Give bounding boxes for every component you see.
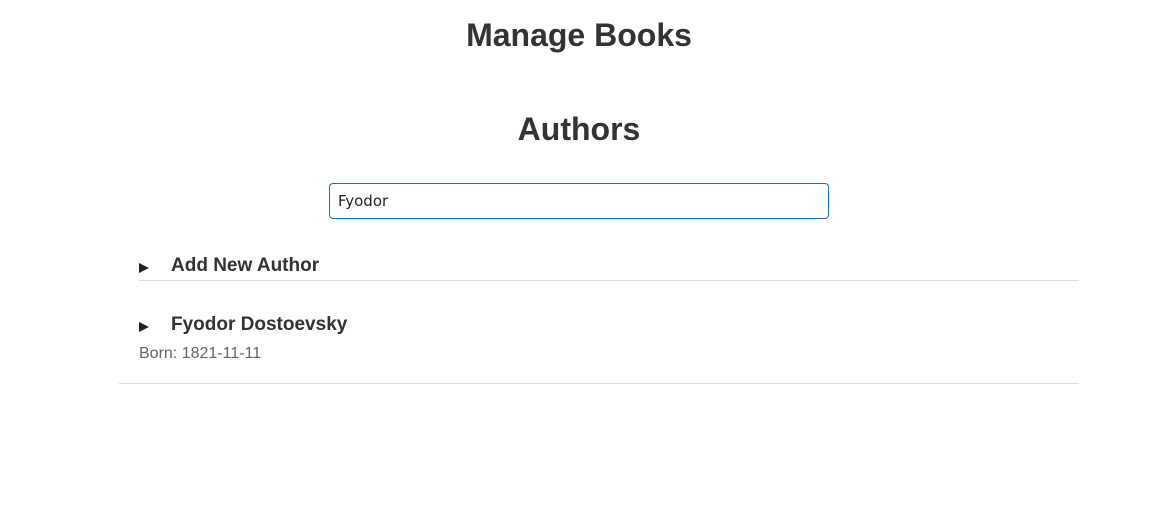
- authors-section-title: Authors: [517, 111, 641, 147]
- add-author-divider: [139, 280, 1079, 281]
- author-born-label: Born:: [139, 345, 178, 362]
- author-item-divider: [119, 383, 1079, 384]
- author-born-line: Born: 1821-11-11: [139, 344, 261, 364]
- author-name: Fyodor Dostoevsky: [171, 314, 348, 335]
- add-new-author-toggle[interactable]: Add New Author: [139, 255, 1079, 277]
- add-new-author-label: Add New Author: [171, 255, 320, 276]
- author-born-date: 1821-11-11: [181, 345, 262, 362]
- manage-books-page: Manage Books Authors Add New Author Fyod…: [0, 0, 1176, 513]
- triangle-right-icon: [139, 321, 149, 332]
- page-title: Manage Books: [466, 17, 692, 53]
- author-search-input[interactable]: [329, 183, 829, 219]
- author-item-toggle[interactable]: Fyodor Dostoevsky: [139, 314, 1079, 336]
- triangle-right-icon: [139, 262, 149, 273]
